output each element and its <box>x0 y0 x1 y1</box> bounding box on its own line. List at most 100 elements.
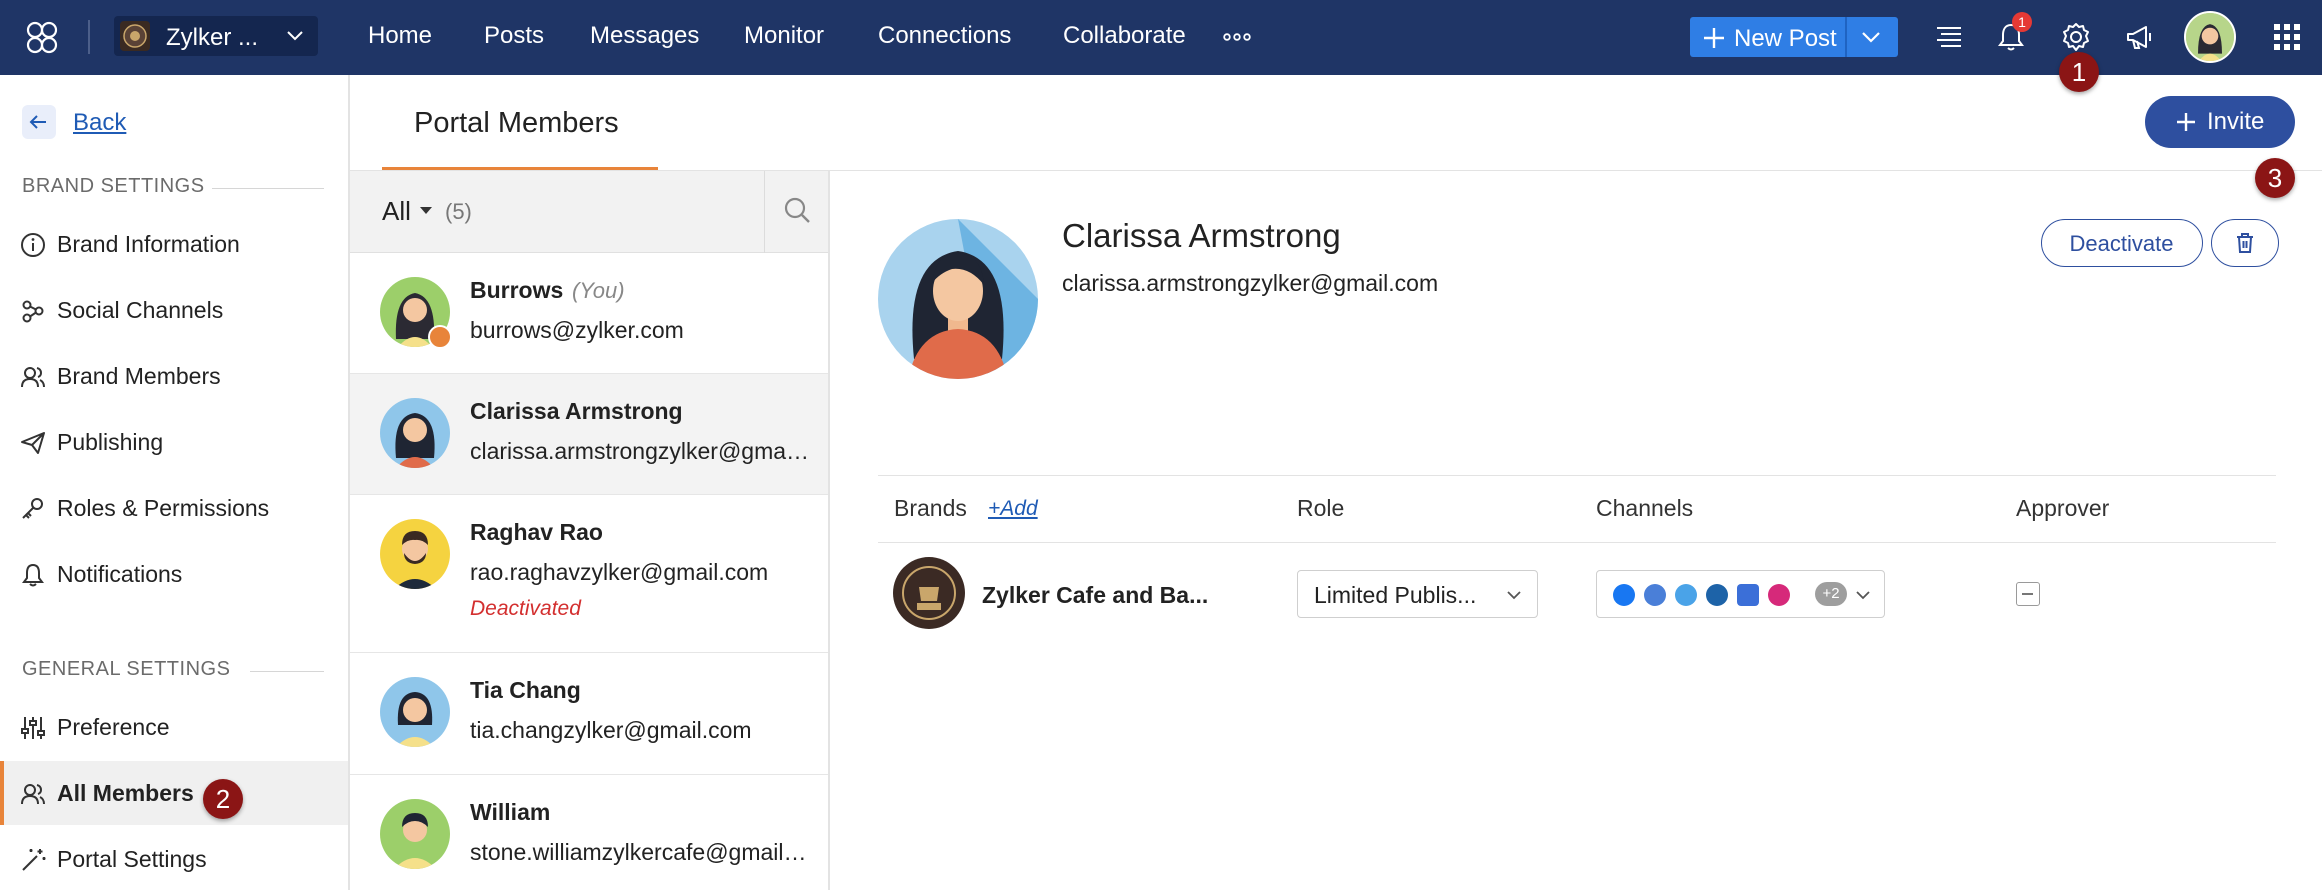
sidebar-item-label: Notifications <box>57 561 183 587</box>
facebook-icon <box>1613 584 1635 606</box>
member-count: (5) <box>445 199 472 224</box>
sidebar-item-preference[interactable]: Preference <box>0 695 348 759</box>
sidebar-item-label: Publishing <box>57 429 164 455</box>
member-email: stone.williamzylkercafe@gmail.com <box>470 839 810 865</box>
sidebar-item-label: Portal Settings <box>57 846 207 872</box>
announcement-megaphone-icon[interactable] <box>2122 20 2156 54</box>
member-email: burrows@zylker.com <box>470 317 684 343</box>
member-list-item-selected[interactable]: Clarissa Armstrong clarissa.armstrongzyl… <box>350 374 828 495</box>
new-post-label: New Post <box>1734 25 1837 52</box>
add-brand-link[interactable]: +Add <box>988 497 1038 521</box>
sidebar-item-label: Social Channels <box>57 297 224 323</box>
member-name: Tia Chang <box>470 677 581 703</box>
info-icon <box>21 233 45 257</box>
activity-list-icon[interactable] <box>1932 20 1966 54</box>
member-email: rao.raghavzylker@gmail.com <box>470 559 769 585</box>
column-header-brands: Brands <box>894 495 967 521</box>
column-header-channels: Channels <box>1596 495 1694 521</box>
app-grid-icon[interactable] <box>2272 22 2302 52</box>
sidebar-item-social-channels[interactable]: Social Channels <box>0 278 348 342</box>
role-select[interactable]: Limited Publis... <box>1297 570 1538 618</box>
new-post-button[interactable]: New Post <box>1690 17 1898 57</box>
key-icon <box>22 498 43 519</box>
member-filter-bar: All (5) <box>350 171 828 253</box>
general-settings-heading: GENERAL SETTINGS <box>22 658 231 680</box>
sidebar-item-brand-information[interactable]: Brand Information <box>0 212 348 276</box>
instagram-icon <box>1768 584 1790 606</box>
member-email: tia.changzylker@gmail.com <box>470 717 752 743</box>
owner-crown-icon <box>428 325 452 349</box>
twitter-icon <box>1675 584 1697 606</box>
gear-icon[interactable] <box>2059 20 2093 54</box>
new-post-separator <box>1845 17 1847 57</box>
zoho-social-logo-icon[interactable] <box>22 18 62 58</box>
nav-collaborate[interactable]: Collaborate <box>1063 22 1186 50</box>
deactivate-button[interactable]: Deactivate <box>2041 219 2203 267</box>
sidebar-item-portal-settings[interactable]: Portal Settings <box>0 827 348 891</box>
section-divider <box>250 671 324 672</box>
step-badge-2: 2 <box>203 779 243 819</box>
member-name: Raghav Rao <box>470 519 603 545</box>
plus-icon <box>1704 28 1724 48</box>
chevron-down-icon <box>1856 591 1870 600</box>
table-top-border <box>878 475 2276 476</box>
search-icon[interactable] <box>782 195 812 225</box>
delete-member-button[interactable] <box>2211 219 2279 267</box>
member-avatar <box>380 398 450 468</box>
brand-logo-icon <box>893 557 965 629</box>
step-badge-1: 1 <box>2059 52 2099 92</box>
back-button[interactable] <box>22 105 56 139</box>
sidebar-item-brand-members[interactable]: Brand Members <box>0 344 348 408</box>
member-list-item[interactable]: Raghav Rao rao.raghavzylker@gmail.com De… <box>350 495 828 653</box>
nav-posts[interactable]: Posts <box>484 22 544 50</box>
caret-down-icon[interactable] <box>420 207 432 214</box>
member-list-item[interactable]: Tia Chang tia.changzylker@gmail.com <box>350 653 828 775</box>
member-status-deactivated: Deactivated <box>470 597 581 620</box>
brand-switcher[interactable]: Zylker ... <box>114 16 318 56</box>
sidebar-item-notifications[interactable]: Notifications <box>0 542 348 606</box>
approver-checkbox[interactable] <box>2016 582 2040 606</box>
google-business-icon <box>1737 584 1759 606</box>
notification-count-badge: 1 <box>2012 12 2032 32</box>
social-network-icon <box>22 300 44 323</box>
sidebar-item-label: All Members <box>57 780 194 806</box>
column-header-approver: Approver <box>2016 495 2110 521</box>
table-header-border <box>878 542 2276 543</box>
invite-button-label: Invite <box>2207 108 2265 135</box>
topbar-divider <box>88 20 90 54</box>
sidebar-item-label: Brand Information <box>57 231 240 257</box>
nav-monitor[interactable]: Monitor <box>744 22 824 50</box>
nav-home[interactable]: Home <box>368 22 432 50</box>
sidebar-item-all-members[interactable]: All Members <box>0 761 348 825</box>
user-avatar[interactable] <box>2184 11 2236 63</box>
bell-icon <box>22 563 44 587</box>
more-channels-badge: +2 <box>1815 582 1847 606</box>
channels-select[interactable]: +2 <box>1596 570 1885 618</box>
chevron-down-icon <box>287 31 303 41</box>
arrow-left-icon <box>29 115 46 129</box>
settings-sidebar: Back BRAND SETTINGS Brand Information So… <box>0 75 350 890</box>
column-header-role: Role <box>1297 495 1345 521</box>
page-title: Portal Members <box>414 107 619 139</box>
trash-icon <box>2237 233 2253 253</box>
filter-separator <box>764 171 765 253</box>
brand-logo-icon <box>120 21 150 51</box>
member-list-item[interactable]: William stone.williamzylkercafe@gmail.co… <box>350 775 828 890</box>
member-filter-dropdown[interactable]: All <box>382 196 411 227</box>
member-email: clarissa.armstrongzylker@gmail.com <box>470 438 810 464</box>
top-navigation-bar: Zylker ... Home Posts Messages Monitor C… <box>0 0 2322 75</box>
more-options-icon[interactable] <box>1222 22 1252 52</box>
sidebar-item-publishing[interactable]: Publishing <box>0 410 348 474</box>
member-list-item[interactable]: Burrows (You) burrows@zylker.com <box>350 253 828 374</box>
member-name: Burrows <box>470 277 564 303</box>
invite-button[interactable]: Invite <box>2145 96 2295 148</box>
back-link[interactable]: Back <box>73 109 126 137</box>
nav-connections[interactable]: Connections <box>878 22 1011 50</box>
nav-messages[interactable]: Messages <box>590 22 699 50</box>
member-list-pane: All (5) Burrows (You) burrows@zylker.com… <box>350 171 830 890</box>
deactivate-button-label: Deactivate <box>2069 231 2174 256</box>
step-badge-3: 3 <box>2255 158 2295 198</box>
users-icon <box>21 367 45 388</box>
chevron-down-icon[interactable] <box>1860 28 1882 46</box>
sidebar-item-roles-permissions[interactable]: Roles & Permissions <box>0 476 348 540</box>
